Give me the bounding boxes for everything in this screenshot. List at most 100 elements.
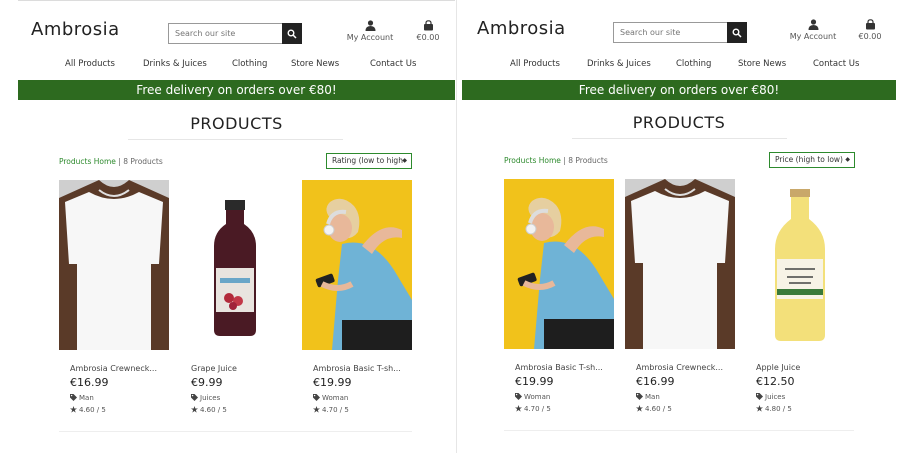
product-name[interactable]: Apple Juice (756, 363, 848, 372)
search-icon (732, 28, 742, 38)
search-input[interactable] (613, 22, 727, 43)
page-view-left: Ambrosia My Account €0.00 All Products D… (18, 0, 455, 453)
product-name[interactable]: Ambrosia Basic T-sh... (515, 363, 607, 372)
product-category[interactable]: Woman (515, 393, 550, 401)
product-price: €16.99 (636, 375, 675, 388)
nav-store-news[interactable]: Store News (291, 59, 339, 69)
product-image-woman-headphones[interactable] (302, 180, 412, 350)
product-rating: 4.70 / 5 (313, 406, 349, 414)
nav-all-products[interactable]: All Products (65, 59, 115, 69)
tag-icon (515, 393, 522, 400)
nav-contact-us[interactable]: Contact Us (813, 59, 859, 69)
product-category[interactable]: Man (70, 394, 94, 402)
shopping-bag-icon (423, 20, 433, 31)
product-category[interactable]: Man (636, 393, 660, 401)
nav-clothing[interactable]: Clothing (676, 59, 711, 69)
site-logo[interactable]: Ambrosia (477, 18, 566, 39)
star-icon (191, 406, 198, 413)
bag-total: €0.00 (416, 33, 440, 42)
product-category[interactable]: Woman (313, 394, 348, 402)
product-category[interactable]: Juices (191, 394, 220, 402)
tag-icon (636, 393, 643, 400)
search-bar (613, 22, 747, 43)
breadcrumb: Products Home | 8 Products (59, 157, 163, 166)
nav-clothing[interactable]: Clothing (232, 59, 267, 69)
heading-divider (572, 138, 787, 139)
product-price: €16.99 (70, 376, 109, 389)
nav-drinks-juices[interactable]: Drinks & Juices (587, 59, 651, 69)
my-account-link[interactable]: My Account (787, 19, 839, 41)
product-rating: 4.80 / 5 (756, 405, 792, 413)
tag-icon (756, 393, 763, 400)
sort-select[interactable]: Rating (low to high ◆ (326, 153, 412, 169)
breadcrumb-separator: | (563, 156, 566, 165)
product-price: €19.99 (515, 375, 554, 388)
breadcrumb: Products Home | 8 Products (504, 156, 608, 165)
product-price: €9.99 (191, 376, 223, 389)
my-account-label: My Account (346, 33, 394, 42)
star-icon (636, 405, 643, 412)
site-logo[interactable]: Ambrosia (31, 19, 120, 40)
product-count: 8 Products (123, 157, 163, 166)
product-image-white-tshirt[interactable] (625, 179, 735, 349)
product-rating: 4.60 / 5 (191, 406, 227, 414)
product-category[interactable]: Juices (756, 393, 785, 401)
delivery-banner: Free delivery on orders over €80! (18, 80, 455, 100)
star-icon (70, 406, 77, 413)
tag-icon (191, 394, 198, 401)
search-button[interactable] (282, 23, 302, 44)
search-button[interactable] (727, 22, 747, 43)
product-name[interactable]: Grape Juice (191, 364, 283, 373)
sort-caret-icon: ◆ (402, 157, 407, 164)
nav-drinks-juices[interactable]: Drinks & Juices (143, 59, 207, 69)
product-name[interactable]: Ambrosia Basic T-sh... (313, 364, 405, 373)
nav-contact-us[interactable]: Contact Us (370, 59, 416, 69)
search-bar (168, 23, 302, 44)
breadcrumb-products-home[interactable]: Products Home (59, 157, 116, 166)
breadcrumb-products-home[interactable]: Products Home (504, 156, 561, 165)
product-card[interactable]: Ambrosia Crewneck... €16.99 Man 4.60 / 5 (625, 179, 735, 413)
product-name[interactable]: Ambrosia Crewneck... (636, 363, 728, 372)
product-price: €12.50 (756, 375, 795, 388)
product-name[interactable]: Ambrosia Crewneck... (70, 364, 162, 373)
delivery-banner: Free delivery on orders over €80! (462, 80, 896, 100)
product-card[interactable]: Grape Juice €9.99 Juices 4.60 / 5 (180, 180, 290, 414)
nav-all-products[interactable]: All Products (510, 59, 560, 69)
sort-select-value: Price (high to low) (775, 155, 843, 164)
bag-total: €0.00 (858, 32, 882, 41)
page-title: PRODUCTS (190, 114, 283, 133)
product-card[interactable]: Ambrosia Basic T-sh... €19.99 Woman 4.70… (302, 180, 412, 414)
product-rating: 4.70 / 5 (515, 405, 551, 413)
product-image-white-tshirt[interactable] (59, 180, 169, 350)
breadcrumb-separator: | (118, 157, 121, 166)
tag-icon (313, 394, 320, 401)
product-image-grape-juice-bottle[interactable] (180, 180, 290, 350)
star-icon (756, 405, 763, 412)
product-rating: 4.60 / 5 (70, 406, 106, 414)
product-card[interactable]: Ambrosia Crewneck... €16.99 Man 4.60 / 5 (59, 180, 169, 414)
sort-select[interactable]: Price (high to low) ◆ (769, 152, 855, 168)
product-image-woman-headphones[interactable] (504, 179, 614, 349)
search-icon (287, 29, 297, 39)
product-card[interactable]: Ambrosia Basic T-sh... €19.99 Woman 4.70… (504, 179, 614, 413)
shopping-bag-icon (865, 19, 875, 30)
product-card[interactable]: Apple Juice €12.50 Juices 4.80 / 5 (745, 179, 855, 413)
bag-link[interactable]: €0.00 (413, 20, 443, 42)
tag-icon (70, 394, 77, 401)
my-account-label: My Account (789, 32, 837, 41)
sort-caret-icon: ◆ (845, 156, 850, 163)
user-icon (808, 19, 818, 30)
product-count: 8 Products (568, 156, 608, 165)
user-icon (365, 20, 375, 31)
star-icon (515, 405, 522, 412)
sort-select-value: Rating (low to high (332, 156, 403, 165)
grid-bottom-divider (504, 430, 854, 431)
product-image-apple-juice-bottle[interactable] (745, 179, 855, 349)
search-input[interactable] (168, 23, 282, 44)
product-price: €19.99 (313, 376, 352, 389)
my-account-link[interactable]: My Account (344, 20, 396, 42)
bag-link[interactable]: €0.00 (855, 19, 885, 41)
nav-store-news[interactable]: Store News (738, 59, 786, 69)
product-rating: 4.60 / 5 (636, 405, 672, 413)
grid-bottom-divider (59, 431, 412, 432)
